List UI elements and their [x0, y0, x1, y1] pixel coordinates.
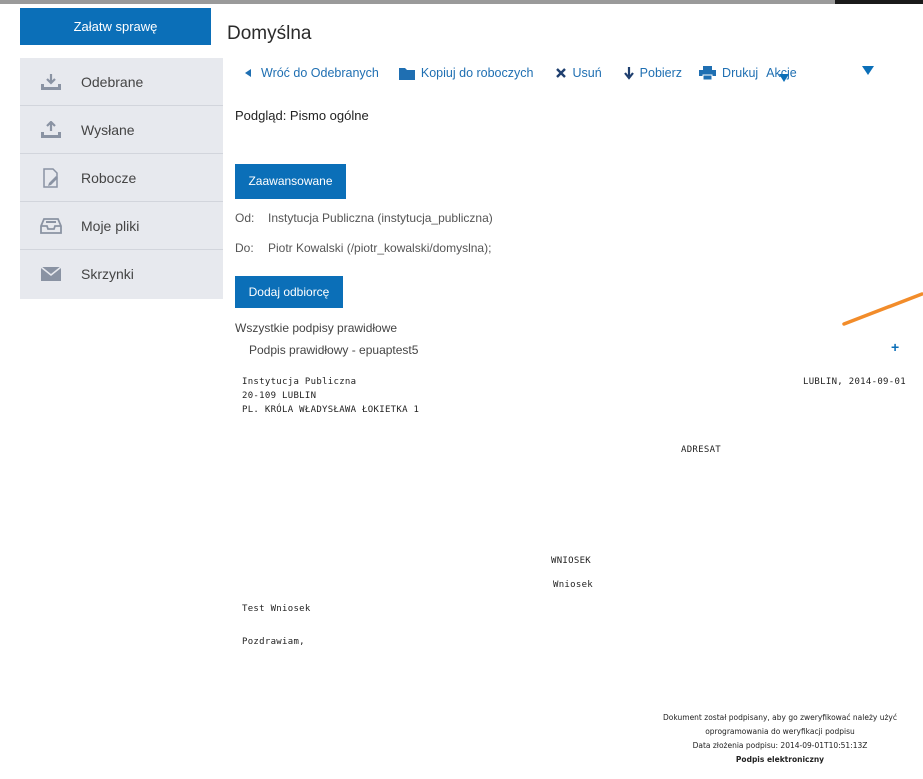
document-body: Test Wniosek — [242, 604, 311, 614]
sidebar-item-drafts[interactable]: Robocze — [20, 154, 223, 202]
delete-button[interactable]: Usuń — [556, 66, 602, 80]
back-to-received-button[interactable]: Wróć do Odebranych — [245, 66, 379, 80]
preview-title: Podgląd: Pismo ogólne — [235, 108, 369, 123]
resolve-case-button[interactable]: Załatw sprawę — [20, 8, 211, 45]
sidebar-item-label: Moje pliki — [81, 217, 140, 234]
annotation-stroke — [842, 292, 923, 326]
document-heading: WNIOSEK — [551, 556, 592, 566]
footer-line-bold: Podpis elektroniczny — [735, 755, 825, 764]
document-closing: Pozdrawiam, — [242, 637, 305, 647]
download-arrow-icon — [623, 66, 634, 80]
to-row: Do: Piotr Kowalski (/piotr_kowalski/domys… — [235, 241, 491, 255]
sidebar-item-label: Odebrane — [81, 73, 144, 90]
advanced-button[interactable]: Zaawansowane — [235, 164, 346, 199]
download-button[interactable]: Pobierz — [623, 66, 683, 80]
sidebar-item-mailboxes[interactable]: Skrzynki — [20, 250, 223, 298]
close-x-icon — [556, 68, 567, 78]
toolbar-label: Drukuj — [722, 66, 759, 80]
signature-item[interactable]: Podpis prawidłowy - epuaptest5 — [249, 343, 418, 357]
footer-line: oprogramowania do weryfikacji podpisu — [705, 727, 855, 736]
from-row: Od: Instytucja Publiczna (instytucja_publ… — [235, 211, 493, 225]
sidebar-item-sent[interactable]: Wysłane — [20, 106, 223, 154]
sidebar-item-label: Wysłane — [81, 121, 135, 138]
place-date: LUBLIN, 2014-09-01 — [803, 377, 906, 387]
document-pencil-icon — [39, 167, 63, 188]
toolbar-label: Kopiuj do roboczych — [420, 66, 534, 80]
top-bar — [0, 0, 923, 4]
sidebar-item-label: Skrzynki — [81, 266, 134, 282]
actions-menu-button[interactable]: Akcje — [766, 66, 797, 82]
sidebar: Odebrane Wysłane Robocze Moje pliki Skrz… — [20, 58, 223, 299]
folder-icon — [398, 67, 415, 80]
printer-icon — [699, 66, 717, 80]
sidebar-item-label: Robocze — [81, 169, 137, 186]
top-bar-dark-segment — [835, 0, 923, 4]
envelope-icon — [39, 264, 63, 284]
chevron-down-icon — [779, 71, 790, 85]
expand-signature-button[interactable]: + — [891, 339, 899, 355]
toolbar-label: Pobierz — [639, 66, 683, 80]
from-value: Instytucja Publiczna (instytucja_publicz… — [268, 211, 493, 225]
recipient-label: ADRESAT — [681, 445, 722, 455]
sidebar-item-my-files[interactable]: Moje pliki — [20, 202, 223, 250]
sender-street: PL. KRÓLA WŁADYSŁAWA ŁOKIETKA 1 — [242, 405, 420, 415]
message-toolbar: Wróć do Odebranych Kopiuj do roboczych U… — [245, 64, 797, 82]
toolbar-label: Wróć do Odebranych — [261, 66, 379, 80]
upload-tray-icon — [39, 120, 63, 140]
inbox-tray-icon — [39, 216, 63, 236]
copy-to-drafts-button[interactable]: Kopiuj do roboczych — [398, 66, 534, 80]
sender-city: 20-109 LUBLIN — [242, 391, 317, 401]
document-subheading: Wniosek — [553, 580, 594, 590]
page-title: Domyślna — [227, 23, 312, 44]
add-recipient-button[interactable]: Dodaj odbiorcę — [235, 276, 343, 308]
back-arrow-icon — [245, 69, 251, 77]
download-tray-icon — [39, 72, 63, 92]
signatures-status: Wszystkie podpisy prawidłowe — [235, 321, 398, 335]
sender-name: Instytucja Publiczna — [242, 377, 357, 387]
from-key: Od: — [235, 211, 255, 225]
signature-footer: Dokument został podpisany, aby go zweryf… — [640, 711, 920, 767]
to-value: Piotr Kowalski (/piotr_kowalski/domyslna… — [268, 241, 492, 255]
toolbar-label: Usuń — [572, 66, 602, 80]
print-button[interactable]: Drukuj — [699, 66, 758, 80]
footer-line: Dokument został podpisany, aby go zweryf… — [663, 713, 897, 722]
sidebar-item-received[interactable]: Odebrane — [20, 58, 223, 106]
footer-line: Data złożenia podpisu: 2014-09-01T10:51:… — [692, 741, 868, 750]
to-key: Do: — [235, 241, 254, 255]
more-options-arrow-icon[interactable] — [862, 66, 874, 75]
